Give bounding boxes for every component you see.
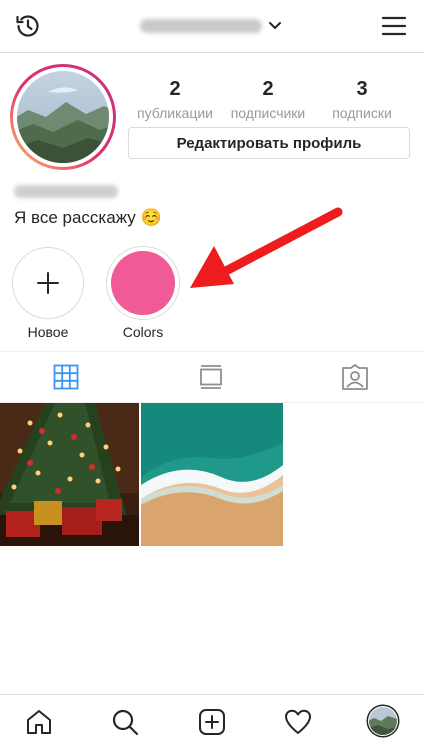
stat-followers-count: 2 <box>262 78 274 100</box>
red-arrow-annotation <box>190 207 343 288</box>
post-ocean-waves[interactable] <box>141 403 283 546</box>
post-christmas-tree[interactable] <box>0 403 139 546</box>
stat-posts-label: публикации <box>137 105 213 121</box>
edit-profile-button[interactable]: Редактировать профиль <box>128 127 410 159</box>
stat-followers-label: подписчики <box>230 105 306 121</box>
chevron-down-icon <box>269 22 281 29</box>
home-icon[interactable] <box>24 707 54 737</box>
tagged-icon[interactable] <box>340 363 370 391</box>
profile-avatar[interactable] <box>366 704 400 738</box>
colors-highlight-cover <box>111 251 175 315</box>
top-bar <box>0 0 424 53</box>
add-post-icon[interactable] <box>197 707 227 737</box>
account-switcher[interactable] <box>140 14 282 38</box>
highlight-colors[interactable] <box>106 246 180 320</box>
colors-highlight-circle[interactable] <box>106 246 180 320</box>
new-highlight-circle[interactable] <box>12 247 84 319</box>
history-icon[interactable] <box>12 10 44 42</box>
bio-text: Я все расскажу ☺️ <box>14 208 162 227</box>
stat-posts[interactable]: 2 публикации <box>127 78 223 121</box>
highlight-new[interactable] <box>12 247 84 319</box>
display-name-blurred <box>14 185 118 198</box>
profile-avatar[interactable] <box>8 62 118 172</box>
grid-icon[interactable] <box>52 363 80 391</box>
profile-tabs <box>0 351 424 403</box>
stat-following[interactable]: 3 подписки <box>314 78 410 121</box>
stat-following-count: 3 <box>356 78 368 100</box>
highlight-new-label: Новое <box>27 324 69 340</box>
stat-posts-count: 2 <box>169 78 181 100</box>
heart-icon[interactable] <box>283 707 313 737</box>
hamburger-menu-icon[interactable] <box>380 12 408 40</box>
stat-following-label: подписки <box>332 105 392 121</box>
highlight-colors-label: Colors <box>122 324 164 340</box>
username-blurred <box>140 19 262 33</box>
feed-icon[interactable] <box>197 363 225 391</box>
plus-icon <box>37 272 59 294</box>
search-icon[interactable] <box>110 707 140 737</box>
stat-followers[interactable]: 2 подписчики <box>220 78 316 121</box>
bottom-navigation <box>0 694 424 747</box>
